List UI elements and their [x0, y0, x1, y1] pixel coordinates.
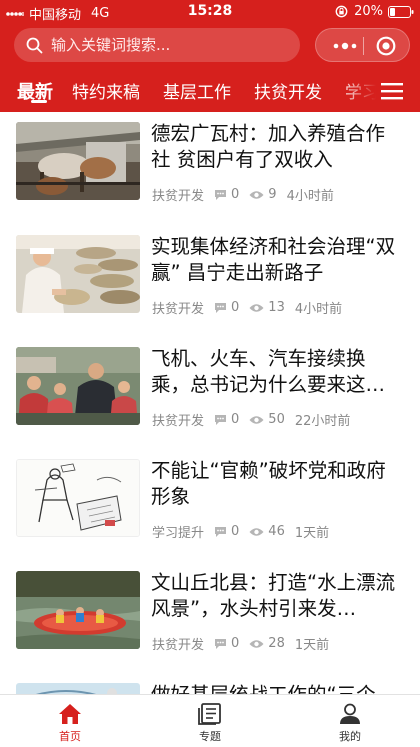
status-right: 20% [335, 4, 414, 19]
view-icon [249, 415, 264, 424]
comment-count: 0 [231, 412, 240, 427]
topic-icon [198, 703, 221, 725]
active-tab-indicator [31, 100, 47, 103]
article-item[interactable]: 做好基层统战工作的“三个 [0, 673, 420, 694]
comment-icon [215, 302, 227, 313]
status-bar: 中国移动 4G 15:28 20% [0, 0, 420, 24]
article-title: 不能让“官赖”破坏党和政府形象 [151, 459, 386, 508]
article-category: 扶贫开发 [152, 414, 205, 429]
nav-home[interactable]: 首页 [0, 695, 140, 747]
battery-percent: 20% [354, 4, 383, 19]
article-time: 4小时前 [294, 302, 343, 317]
comment-icon [215, 414, 227, 425]
article-list: 德宏广瓦村：加入养殖合作社 贫困户有了双收入 扶贫开发 0 9 4小时前 实现集… [0, 112, 420, 694]
rotation-lock-icon [335, 5, 348, 18]
close-target-icon[interactable] [376, 36, 396, 56]
article-thumbnail [16, 459, 140, 537]
article-time: 1天前 [294, 638, 330, 653]
article-meta: 扶贫开发 0 28 1天前 [152, 634, 329, 653]
article-time: 1天前 [294, 526, 330, 541]
article-item[interactable]: 实现集体经济和社会治理“双赢” 昌宁走出新路子 扶贫开发 0 13 4小时前 [0, 225, 420, 336]
tabs-fade [340, 72, 420, 112]
view-icon [249, 190, 264, 199]
app-header: 中国移动 4G 15:28 20% 输入关键词搜索... 最新 特约来稿 基层工… [0, 0, 420, 112]
article-thumbnail [16, 235, 140, 313]
article-title: 文山丘北县：打造“水上漂流风景”，水头村引来发… [151, 571, 396, 620]
view-count: 46 [268, 524, 285, 539]
article-title: 做好基层统战工作的“三个 [151, 682, 403, 694]
article-time: 4小时前 [286, 189, 334, 204]
menu-icon[interactable] [381, 82, 403, 100]
comment-count: 0 [231, 187, 240, 202]
comment-count: 0 [231, 300, 240, 315]
view-count: 50 [268, 412, 285, 427]
comment-icon [215, 638, 227, 649]
article-title: 飞机、火车、汽车接续换乘，总书记为什么要来这… [151, 347, 386, 396]
article-meta: 扶贫开发 0 50 22小时前 [152, 410, 350, 429]
article-item[interactable]: 德宏广瓦村：加入养殖合作社 贫困户有了双收入 扶贫开发 0 9 4小时前 [0, 112, 420, 223]
view-icon [249, 639, 264, 648]
comment-icon [215, 526, 227, 537]
article-thumbnail [16, 571, 140, 649]
tab-contributions[interactable]: 特约来稿 [72, 78, 140, 103]
search-input[interactable] [51, 36, 291, 54]
article-category: 扶贫开发 [152, 189, 205, 204]
article-category: 扶贫开发 [152, 638, 205, 653]
capsule-divider [363, 37, 364, 55]
view-count: 28 [268, 636, 285, 651]
article-meta: 扶贫开发 0 13 4小时前 [152, 298, 342, 317]
nav-topics-label: 专题 [199, 730, 221, 743]
article-thumbnail [16, 122, 140, 200]
comment-icon [215, 189, 227, 200]
mini-program-capsule [315, 28, 410, 62]
category-tabs: 最新 特约来稿 基层工作 扶贫开发 学习 [0, 72, 420, 112]
search-bar[interactable] [14, 28, 300, 62]
nav-topics[interactable]: 专题 [140, 695, 280, 747]
article-category: 学习提升 [152, 526, 205, 541]
view-count: 13 [268, 300, 285, 315]
article-thumbnail [16, 683, 140, 694]
nav-profile[interactable]: 我的 [280, 695, 420, 747]
comment-count: 0 [231, 636, 240, 651]
user-icon [340, 703, 360, 724]
tab-poverty[interactable]: 扶贫开发 [254, 78, 322, 103]
article-title: 德宏广瓦村：加入养殖合作社 贫困户有了双收入 [151, 122, 386, 171]
bottom-navigation: 首页 专题 我的 [0, 694, 420, 747]
nav-home-label: 首页 [59, 730, 81, 743]
article-thumbnail [16, 347, 140, 425]
search-icon [26, 37, 43, 53]
view-icon [249, 303, 264, 312]
article-meta: 学习提升 0 46 1天前 [152, 522, 329, 541]
comment-count: 0 [231, 524, 240, 539]
view-icon [249, 527, 264, 536]
battery-icon [388, 5, 414, 18]
view-count: 9 [268, 187, 277, 202]
article-time: 22小时前 [294, 414, 351, 429]
article-meta: 扶贫开发 0 9 4小时前 [152, 185, 334, 204]
home-icon [59, 704, 81, 724]
article-item[interactable]: 飞机、火车、汽车接续换乘，总书记为什么要来这… 扶贫开发 0 50 22小时前 [0, 337, 420, 448]
article-title: 实现集体经济和社会治理“双赢” 昌宁走出新路子 [151, 235, 396, 284]
article-item[interactable]: 不能让“官赖”破坏党和政府形象 学习提升 0 46 1天前 [0, 449, 420, 560]
more-icon[interactable] [332, 42, 358, 50]
nav-profile-label: 我的 [339, 730, 361, 743]
article-item[interactable]: 文山丘北县：打造“水上漂流风景”，水头村引来发… 扶贫开发 0 28 1天前 [0, 561, 420, 672]
article-category: 扶贫开发 [152, 302, 205, 317]
tab-grassroots[interactable]: 基层工作 [163, 78, 231, 103]
